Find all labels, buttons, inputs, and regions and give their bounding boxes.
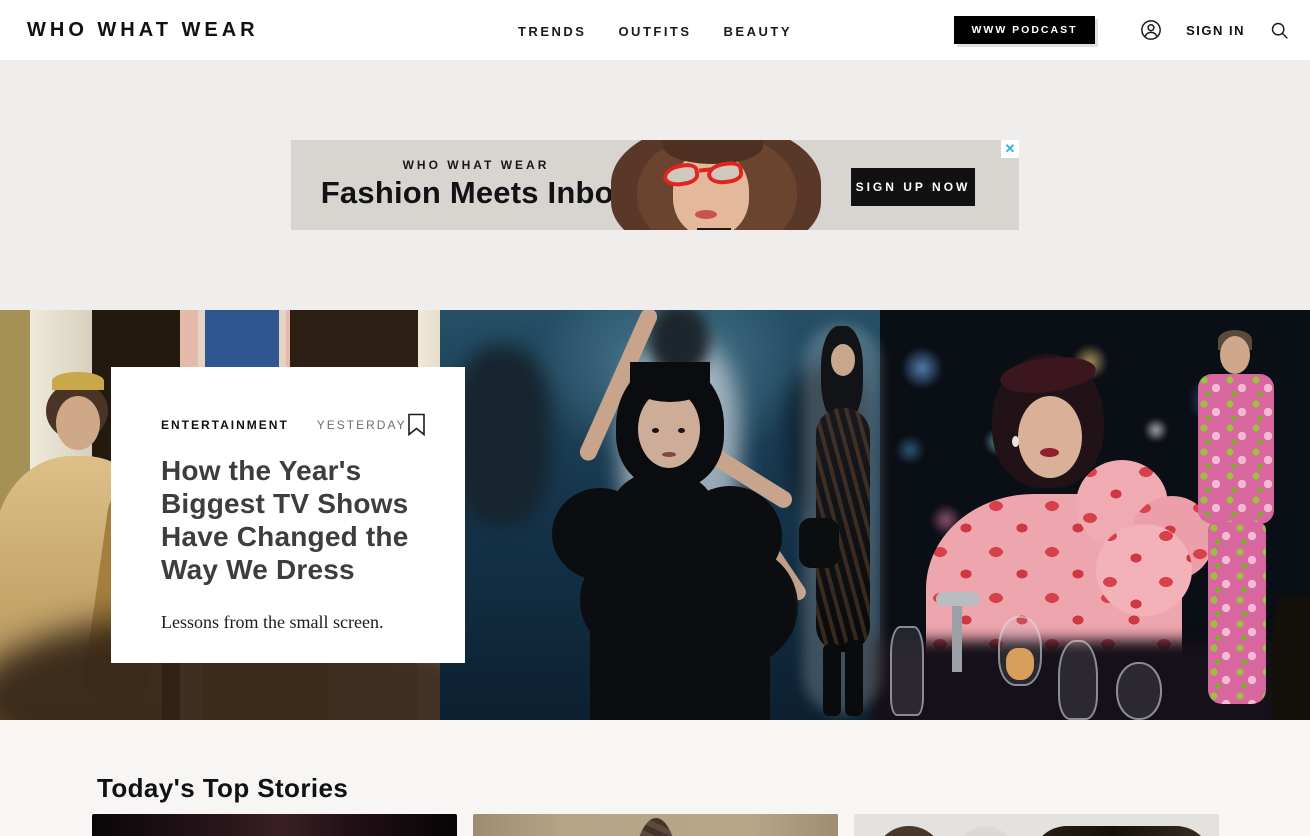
story-card-3-image[interactable]	[854, 814, 1219, 836]
hero-runway-model-floral-suit	[1198, 374, 1274, 524]
ad-close-icon[interactable]: ✕	[1001, 140, 1019, 158]
top-stories-heading: Today's Top Stories	[97, 773, 348, 804]
www-podcast-button[interactable]: WWW PODCAST	[954, 16, 1095, 44]
ad-banner[interactable]: WHO WHAT WEAR Fashion Meets Inbox SIGN U…	[291, 140, 1019, 230]
hero-runway-model-black-dress	[795, 310, 890, 720]
ad-model-choker	[697, 228, 731, 230]
search-icon[interactable]	[1269, 20, 1290, 41]
hero-timestamp: YESTERDAY	[317, 418, 407, 432]
nav-link-trends[interactable]: TRENDS	[518, 22, 586, 39]
ad-headline: Fashion Meets Inbox	[311, 175, 641, 211]
site-header: WHO WHAT WEAR TRENDS OUTFITS BEAUTY WWW …	[0, 0, 1310, 60]
ad-copy: WHO WHAT WEAR Fashion Meets Inbox	[311, 140, 641, 230]
header-actions: SIGN IN	[1140, 0, 1290, 60]
hero-category-link[interactable]: ENTERTAINMENT	[161, 418, 289, 432]
page: WHO WHAT WEAR TRENDS OUTFITS BEAUTY WWW …	[0, 0, 1310, 836]
nav-link-beauty[interactable]: BEAUTY	[724, 22, 792, 39]
hero-scene-emily-in-paris	[880, 310, 1310, 720]
main-nav: TRENDS OUTFITS BEAUTY	[0, 0, 1310, 60]
hero-story-card[interactable]: ENTERTAINMENT YESTERDAY How the Year's B…	[111, 367, 465, 663]
story-card-3-collage-item	[874, 826, 944, 836]
ad-model-photo	[611, 140, 841, 230]
story-card-2-image[interactable]	[473, 814, 838, 836]
hero-feature: ENTERTAINMENT YESTERDAY How the Year's B…	[0, 310, 1310, 720]
hero-kicker: ENTERTAINMENT YESTERDAY	[161, 413, 417, 436]
nav-link-outfits[interactable]: OUTFITS	[618, 22, 691, 39]
top-stories-section: Today's Top Stories	[0, 720, 1310, 836]
account-icon[interactable]	[1140, 19, 1162, 41]
bookmark-icon[interactable]	[407, 413, 426, 436]
hero-headline[interactable]: How the Year's Biggest TV Shows Have Cha…	[161, 454, 417, 586]
story-card-1-image[interactable]	[92, 814, 457, 836]
hero-dek: Lessons from the small screen.	[161, 612, 417, 633]
sign-in-link[interactable]: SIGN IN	[1186, 23, 1245, 38]
story-card-3-collage-item	[1031, 826, 1212, 836]
story-card-3-collage-item	[957, 826, 1014, 836]
sign-up-now-button[interactable]: SIGN UP NOW	[851, 168, 975, 206]
ad-model-lips	[695, 210, 717, 219]
ad-brand-text: WHO WHAT WEAR	[311, 158, 641, 172]
story-card-2-braid-detail	[633, 818, 679, 836]
